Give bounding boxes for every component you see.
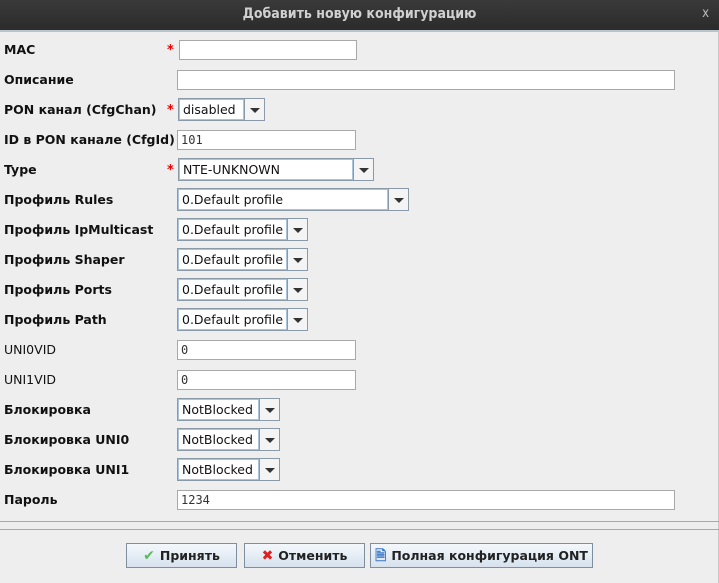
block-uni0-select[interactable]: NotBlocked (177, 428, 280, 451)
cancel-label: Отменить (278, 548, 348, 563)
chevron-down-icon[interactable] (287, 219, 307, 240)
type-label: Type (4, 162, 37, 177)
accept-button[interactable]: ✔ Принять (126, 543, 237, 568)
chevron-down-icon[interactable] (259, 459, 279, 480)
chevron-down-icon[interactable] (287, 279, 307, 300)
profile-shaper-select[interactable]: 0.Default profile (177, 248, 308, 271)
profile-ipmulticast-label: Профиль IpMulticast (4, 222, 154, 237)
uni1vid-label: UNI1VID (4, 372, 57, 387)
profile-shaper-label: Профиль Shaper (4, 252, 125, 267)
pon-channel-select[interactable]: disabled (178, 98, 265, 121)
block-uni1-value: NotBlocked (178, 459, 259, 480)
profile-ipmulticast-value: 0.Default profile (178, 219, 287, 240)
profile-shaper-value: 0.Default profile (178, 249, 287, 270)
profile-ipmulticast-select[interactable]: 0.Default profile (177, 218, 308, 241)
pon-channel-value: disabled (179, 99, 244, 120)
chevron-down-icon[interactable] (353, 159, 373, 180)
close-icon[interactable]: x (702, 0, 709, 28)
cancel-button[interactable]: ✖ Отменить (244, 543, 365, 568)
block-uni0-value: NotBlocked (178, 429, 259, 450)
pon-id-input[interactable] (177, 130, 356, 150)
description-input[interactable] (177, 70, 675, 90)
type-value: NTE-UNKNOWN (179, 159, 353, 180)
required-mark: * (167, 163, 174, 178)
chevron-down-icon[interactable] (388, 189, 408, 210)
block-uni1-label: Блокировка UNI1 (4, 462, 130, 477)
description-label: Описание (4, 72, 74, 87)
mac-label: MAC (4, 42, 36, 57)
accept-label: Принять (159, 548, 220, 563)
profile-path-select[interactable]: 0.Default profile (177, 308, 308, 331)
block-uni0-label: Блокировка UNI0 (4, 432, 130, 447)
profile-ports-select[interactable]: 0.Default profile (177, 278, 308, 301)
type-select[interactable]: NTE-UNKNOWN (178, 158, 374, 181)
required-mark: * (167, 43, 174, 58)
chevron-down-icon[interactable] (287, 249, 307, 270)
profile-ports-value: 0.Default profile (178, 279, 287, 300)
profile-rules-value: 0.Default profile (178, 189, 388, 210)
block-value: NotBlocked (178, 399, 259, 420)
uni1vid-input[interactable] (177, 370, 356, 390)
profile-path-label: Профиль Path (4, 312, 107, 327)
uni0vid-label: UNI0VID (4, 342, 57, 357)
chevron-down-icon[interactable] (244, 99, 264, 120)
chevron-down-icon[interactable] (259, 399, 279, 420)
full-config-label: Полная конфигурация ONT (391, 548, 588, 563)
password-input[interactable] (177, 490, 675, 510)
profile-path-value: 0.Default profile (178, 309, 287, 330)
divider (0, 529, 719, 530)
password-label: Пароль (4, 492, 58, 507)
mac-input[interactable] (179, 40, 357, 60)
profile-ports-label: Профиль Ports (4, 282, 112, 297)
checkmark-icon: ✔ (143, 547, 155, 564)
full-config-button[interactable]: 🗎 Полная конфигурация ONT (370, 543, 593, 568)
pon-id-label: ID в PON канале (CfgId) (4, 132, 175, 147)
block-select[interactable]: NotBlocked (177, 398, 280, 421)
profile-rules-select[interactable]: 0.Default profile (177, 188, 409, 211)
block-uni1-select[interactable]: NotBlocked (177, 458, 280, 481)
document-link-icon: 🗎 (375, 547, 387, 564)
title-bar: Добавить новую конфигурацию x (0, 0, 719, 30)
window-title: Добавить новую конфигурацию (242, 6, 477, 22)
chevron-down-icon[interactable] (259, 429, 279, 450)
uni0vid-input[interactable] (177, 340, 356, 360)
divider (0, 521, 719, 522)
required-mark: * (167, 103, 174, 118)
block-label: Блокировка (4, 402, 91, 417)
profile-rules-label: Профиль Rules (4, 192, 114, 207)
chevron-down-icon[interactable] (287, 309, 307, 330)
pon-channel-label: PON канал (CfgChan) (4, 102, 157, 117)
close-x-icon: ✖ (261, 547, 274, 564)
